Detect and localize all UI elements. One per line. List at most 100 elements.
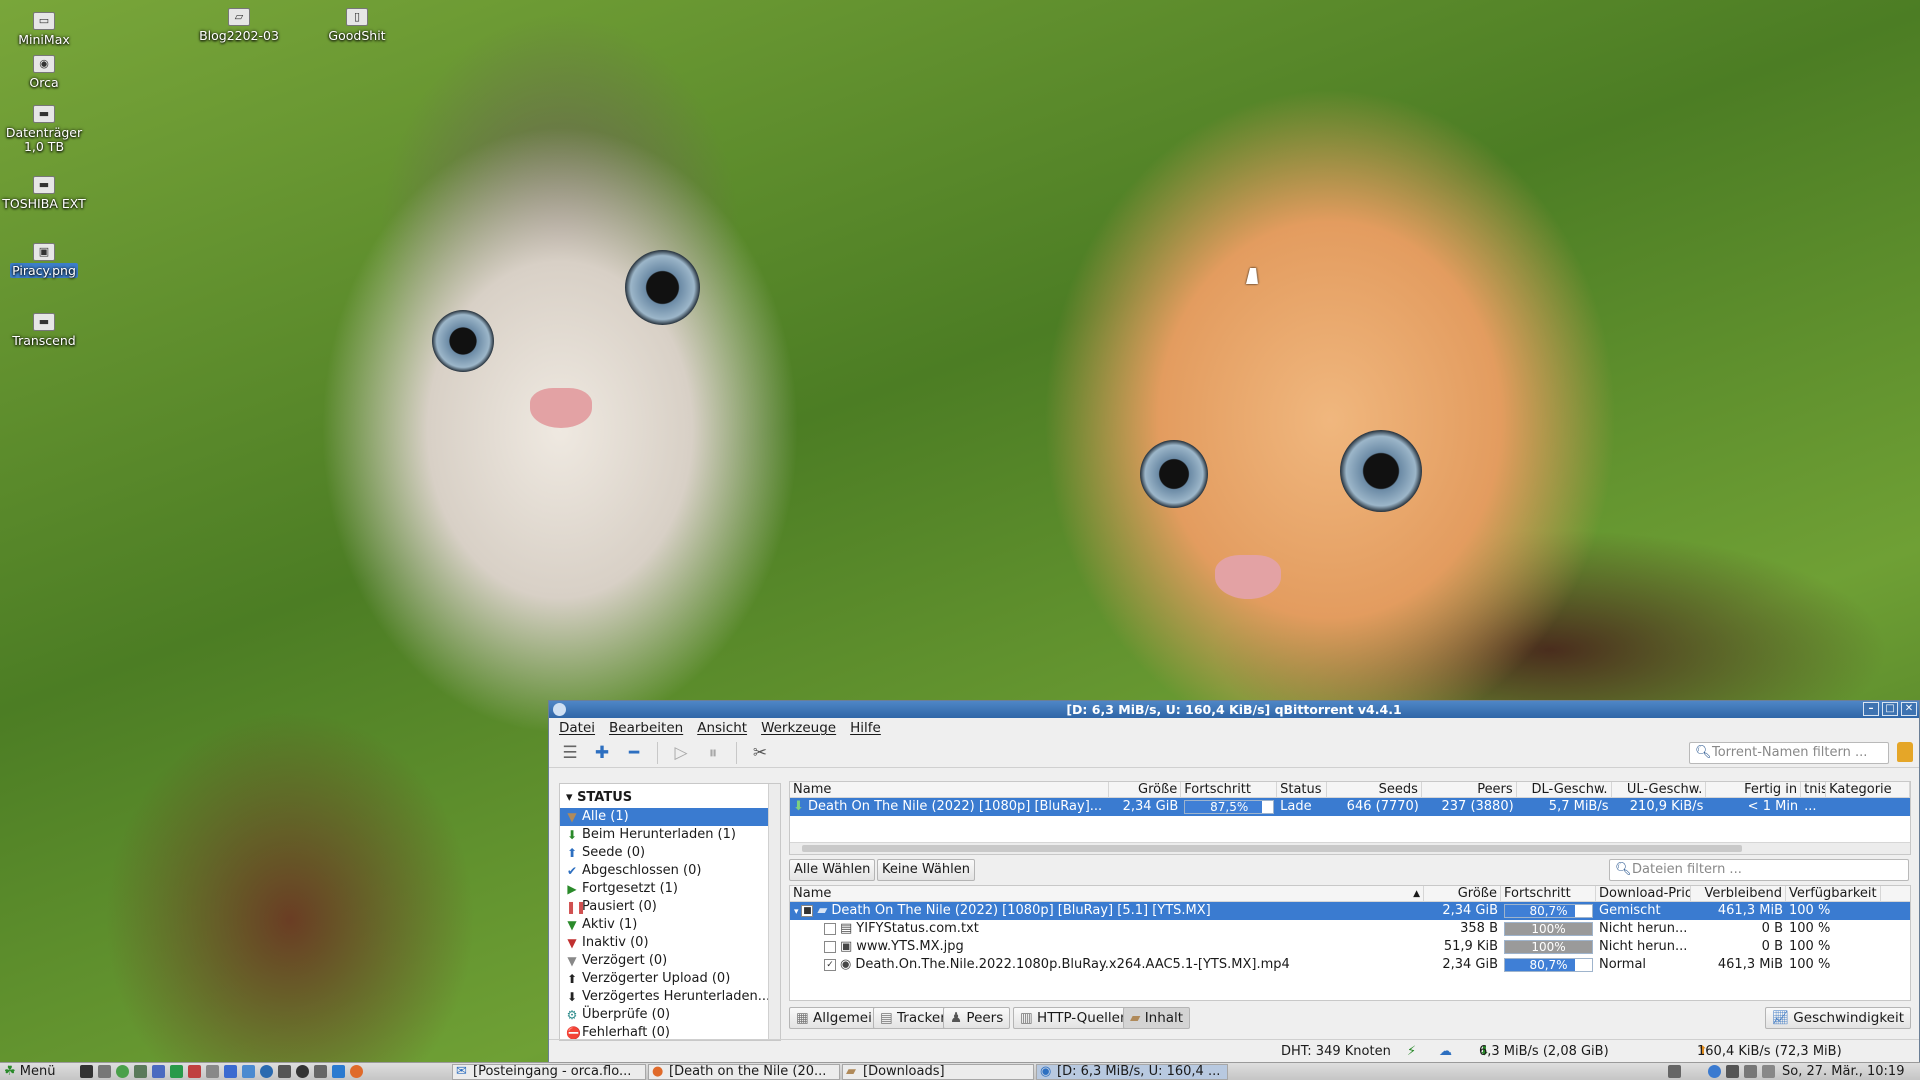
battery-tray-icon[interactable] [1744, 1065, 1757, 1078]
column-eta[interactable]: Fertig in [1706, 782, 1802, 797]
resume-button[interactable]: ▷ [670, 742, 692, 764]
updates-tray-icon[interactable] [1762, 1065, 1775, 1078]
column-seeds[interactable]: Seeds [1327, 782, 1422, 797]
status-filter-item[interactable]: ▼ Aktiv (1) [560, 916, 780, 934]
task-downloads[interactable]: ▰ [Downloads] [842, 1064, 1034, 1080]
calc-launcher-icon[interactable] [134, 1065, 147, 1078]
file-column-progress[interactable]: Fortschritt [1501, 886, 1596, 901]
status-filter-item[interactable]: ❚❚ Pausiert (0) [560, 898, 780, 916]
task-thunderbird[interactable]: ✉ [Posteingang - orca.flo... [452, 1064, 646, 1080]
app-launcher-icon[interactable] [152, 1065, 165, 1078]
media-launcher-icon[interactable] [278, 1065, 291, 1078]
speed-graph-button[interactable]: 📈︎ Geschwindigkeit [1764, 1007, 1911, 1029]
file-filter-input[interactable]: 🔍︎ Dateien filtern ... [1609, 859, 1909, 881]
select-all-button[interactable]: Alle Wählen [789, 859, 876, 881]
column-ul-speed[interactable]: UL-Geschw. [1612, 782, 1707, 797]
file-checkbox[interactable] [824, 922, 836, 935]
rss-icon[interactable]: ☰ [559, 742, 581, 764]
volume-tray-icon[interactable] [1668, 1065, 1681, 1078]
file-column-size[interactable]: Größe [1424, 886, 1501, 901]
tab-peers[interactable]: ♟ Peers [943, 1007, 1011, 1029]
file-column-prio[interactable]: Download-Prio [1596, 886, 1691, 901]
chevron-down-icon[interactable]: ▾ [794, 907, 801, 917]
column-category[interactable]: Kategorie [1826, 782, 1910, 797]
sidebar-scrollbar[interactable] [768, 784, 780, 1040]
status-filter-item[interactable]: ▼ Inaktiv (0) [560, 934, 780, 952]
status-filter-item[interactable]: ▼ Verzögert (0) [560, 952, 780, 970]
file-row[interactable]: ▾ ■ ▰ Death On The Nile (2022) [1080p] [Bl… [790, 902, 1910, 920]
status-filter-item[interactable]: ▶ Fortgesetzt (1) [560, 880, 780, 898]
file-column-name[interactable]: Name ▲ [790, 886, 1424, 901]
maximize-button[interactable]: □ [1882, 702, 1898, 716]
file-row[interactable]: ▣ www.YTS.MX.jpg 51,9 KiB 100% Nicht herun..… [790, 938, 1910, 956]
alt-speed-icon[interactable]: ☁ [1439, 1040, 1452, 1064]
file-priority[interactable]: Nicht herun... [1596, 920, 1691, 938]
torrent-filter-input[interactable]: 🔍︎ Torrent-Namen filtern ... [1689, 742, 1889, 764]
editor-launcher-icon[interactable] [206, 1065, 219, 1078]
connection-status-icon[interactable]: ⚡ [1407, 1040, 1416, 1064]
tab-inhalt[interactable]: ▰ Inhalt [1123, 1007, 1191, 1029]
menu-hilfe[interactable]: Hilfe [850, 720, 881, 736]
desktop-icon-toshiba[interactable]: ▬ TOSHIBA EXT [0, 176, 88, 211]
menu-werkzeuge[interactable]: Werkzeuge [761, 720, 836, 736]
file-column-remaining[interactable]: Verbleibend [1691, 886, 1786, 901]
tab-http-quellen[interactable]: ▥ HTTP-Quellen [1013, 1007, 1136, 1029]
close-button[interactable]: ✕ [1901, 702, 1917, 716]
pdf-launcher-icon[interactable] [188, 1065, 201, 1078]
status-filter-item[interactable]: ⬇ Verzögertes Herunterladen... [560, 988, 780, 1006]
column-size[interactable]: Größe [1109, 782, 1182, 797]
column-progress[interactable]: Fortschritt [1181, 782, 1278, 797]
menu-datei[interactable]: Datei [559, 720, 595, 736]
pause-button[interactable]: ⏸ [702, 742, 724, 764]
column-name[interactable]: Name [790, 782, 1110, 797]
desktop-icon-piracy-png[interactable]: ▣ Piracy.png [0, 243, 88, 278]
chat-launcher-icon[interactable] [332, 1065, 345, 1078]
files-launcher-icon[interactable] [98, 1065, 111, 1078]
start-menu-button[interactable]: ☘ Menü [4, 1063, 56, 1080]
status-filter-item[interactable]: ⚙ Überprüfe (0) [560, 1006, 780, 1024]
status-filter-item[interactable]: ▼ Alle (1) [560, 808, 780, 826]
tab-tracker[interactable]: ▤ Tracker [873, 1007, 953, 1029]
file-priority[interactable]: Gemischt [1596, 902, 1691, 920]
globe-launcher-icon[interactable] [260, 1065, 273, 1078]
status-filter-item[interactable]: ⬆ Seede (0) [560, 844, 780, 862]
desktop-icon-goodshit[interactable]: ▯ GoodShit [313, 8, 401, 43]
remove-torrent-button[interactable]: ━ [623, 742, 645, 764]
status-filter-item[interactable]: ✔ Abgeschlossen (0) [560, 862, 780, 880]
column-status[interactable]: Status [1277, 782, 1328, 797]
file-row[interactable]: ✓ ◉ Death.On.The.Nile.2022.1080p.BluRay.x2… [790, 956, 1910, 974]
add-torrent-button[interactable]: ✚ [591, 742, 613, 764]
network-launcher-icon[interactable] [242, 1065, 255, 1078]
steam-launcher-icon[interactable] [296, 1065, 309, 1078]
file-priority[interactable]: Normal [1596, 956, 1691, 974]
file-priority[interactable]: Nicht herun... [1596, 938, 1691, 956]
column-peers[interactable]: Peers [1422, 782, 1517, 797]
file-checkbox[interactable] [824, 940, 836, 953]
desktop-icon-datentraeger[interactable]: ▬ Datenträger 1,0 TB [0, 105, 88, 154]
desktop-icon-blog[interactable]: ▱ Blog2202-03 [195, 8, 283, 43]
minimize-button[interactable]: – [1863, 702, 1879, 716]
lock-icon[interactable] [1897, 742, 1913, 762]
task-qbittorrent[interactable]: ◉ [D: 6,3 MiB/s, U: 160,4 ... [1036, 1064, 1228, 1080]
photo-launcher-icon[interactable] [314, 1065, 327, 1078]
file-checkbox[interactable]: ■ [801, 904, 814, 917]
options-button[interactable]: ✂ [749, 742, 771, 764]
display-tray-icon[interactable] [1726, 1065, 1739, 1078]
desktop-icon-minimax[interactable]: ▭ MiniMax [0, 12, 88, 47]
file-checkbox[interactable]: ✓ [824, 958, 836, 971]
menu-ansicht[interactable]: Ansicht [697, 720, 747, 736]
network-tray-icon[interactable] [1708, 1065, 1721, 1078]
menu-bearbeiten[interactable]: Bearbeiten [609, 720, 683, 736]
window-titlebar[interactable]: [D: 6,3 MiB/s, U: 160,4 KiB/s] qBittorre… [549, 701, 1919, 718]
doc-launcher-icon[interactable] [224, 1065, 237, 1078]
column-dl-speed[interactable]: DL-Geschw. [1517, 782, 1612, 797]
terminal-launcher-icon[interactable] [80, 1065, 93, 1078]
select-none-button[interactable]: Keine Wählen [877, 859, 975, 881]
file-column-availability[interactable]: Verfügbarkeit [1786, 886, 1881, 901]
desktop-icon-transcend[interactable]: ▬ Transcend [0, 313, 88, 348]
shield-launcher-icon[interactable] [170, 1065, 183, 1078]
desktop-icon-orca[interactable]: ◉ Orca [0, 55, 88, 90]
status-header[interactable]: ▾ STATUS [560, 784, 780, 808]
status-filter-item[interactable]: ⬆ Verzögerter Upload (0) [560, 970, 780, 988]
file-row[interactable]: ▤ YIFYStatus.com.txt 358 B 100% Nicht herun.… [790, 920, 1910, 938]
